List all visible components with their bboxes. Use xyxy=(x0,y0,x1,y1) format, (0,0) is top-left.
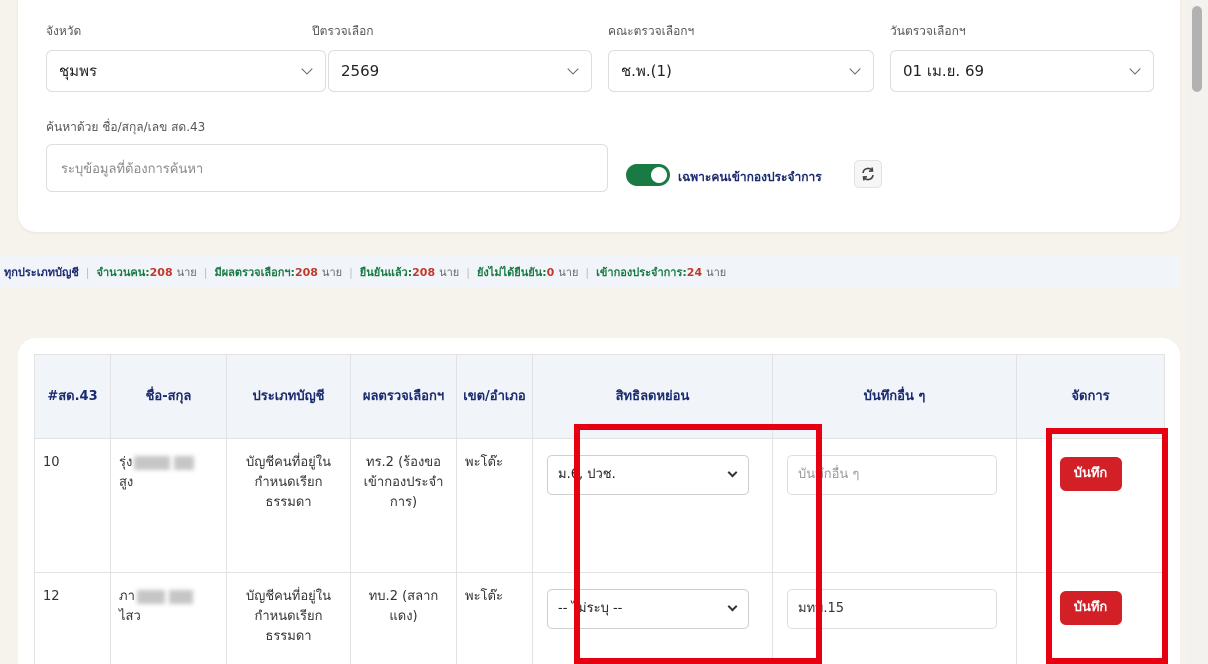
year-value: 2569 xyxy=(341,62,380,80)
note-value: มทบ.15 xyxy=(798,600,845,616)
province-select[interactable]: ชุมพร xyxy=(46,50,326,92)
row-district: พะโต๊ะ xyxy=(456,438,533,573)
province-label: จังหวัด xyxy=(46,24,82,38)
row-note-cell: บันทึกอื่น ๆ xyxy=(772,438,1017,573)
row-privilege-cell: -- ไม่ระบุ -- xyxy=(532,572,773,664)
column-header[interactable]: ผลตรวจเลือกฯ xyxy=(350,354,457,439)
committee-value: ช.พ.(1) xyxy=(621,62,672,80)
search-input[interactable]: ระบุข้อมูลที่ต้องการค้นหา xyxy=(46,144,608,192)
chevron-down-icon xyxy=(567,63,579,75)
table-row: 12 ภา ไสว บัญชีคนที่อยู่ในกำหนดเรียกธรรม… xyxy=(34,572,1165,664)
summary-unit: นาย xyxy=(321,266,343,279)
row-privilege-cell: ม.6, ปวช. xyxy=(532,438,773,573)
summary-count: 208 xyxy=(149,265,173,279)
results-table: #สด.43 ชื่อ-สกุล ประเภทบัญชี ผลตรวจเลือก… xyxy=(34,354,1165,664)
summary-label: ยังไม่ได้ยืนยัน: xyxy=(476,266,547,279)
search-label: ค้นหาด้วย ชื่อ/สกุล/เลข สด.43 xyxy=(46,120,206,134)
name-last: ไสว xyxy=(119,609,141,625)
summary-count: 208 xyxy=(294,265,318,279)
row-action-cell: บันทึก xyxy=(1016,438,1165,573)
name-first: ภา xyxy=(119,589,135,604)
summary-unit: นาย xyxy=(558,266,579,279)
privilege-value: -- ไม่ระบุ -- xyxy=(558,600,623,616)
save-button[interactable]: บันทึก xyxy=(1059,591,1122,625)
row-id: 12 xyxy=(34,572,111,664)
scrollbar-thumb[interactable] xyxy=(1192,6,1202,92)
summary-unit: นาย xyxy=(176,266,197,279)
row-district: พะโต๊ะ xyxy=(456,572,533,664)
privilege-select[interactable]: -- ไม่ระบุ -- xyxy=(547,589,749,629)
summary-bar: ทุกประเภทบัญชี | จำนวนคน: 208 นาย | มีผล… xyxy=(0,256,1180,288)
row-action-cell: บันทึก xyxy=(1016,572,1165,664)
privilege-select[interactable]: ม.6, ปวช. xyxy=(547,455,749,495)
summary-unit: นาย xyxy=(706,266,727,279)
column-header[interactable]: เขต/อำเภอ xyxy=(456,354,533,439)
table-header-row: #สด.43 ชื่อ-สกุล ประเภทบัญชี ผลตรวจเลือก… xyxy=(34,354,1165,439)
name-last: สูง xyxy=(119,475,134,491)
column-header[interactable]: บันทึกอื่น ๆ xyxy=(772,354,1017,439)
column-header[interactable]: สิทธิลดหย่อน xyxy=(532,354,773,439)
chevron-down-icon xyxy=(727,601,738,612)
committee-select[interactable]: ช.พ.(1) xyxy=(608,50,874,92)
summary-label: มีผลตรวจเลือกฯ: xyxy=(214,266,295,279)
row-result: ทบ.2 (สลากแดง) xyxy=(350,572,457,664)
summary-unit: นาย xyxy=(439,266,460,279)
summary-count: 208 xyxy=(412,265,436,279)
chevron-down-icon xyxy=(1129,63,1141,75)
redacted-name xyxy=(136,589,165,604)
column-header[interactable]: ประเภทบัญชี xyxy=(226,354,351,439)
note-placeholder: บันทึกอื่น ๆ xyxy=(798,466,860,482)
summary-label: ยืนยันแล้ว: xyxy=(359,266,413,279)
date-label: วันตรวจเลือกฯ xyxy=(890,24,966,38)
privilege-value: ม.6, ปวช. xyxy=(558,466,616,482)
row-result: ทร.2 (ร้องขอเข้ากองประจำการ) xyxy=(350,438,457,573)
row-name: ภา ไสว xyxy=(110,572,227,664)
row-account-type: บัญชีคนที่อยู่ในกำหนดเรียกธรรมดา xyxy=(226,438,351,573)
row-id: 10 xyxy=(34,438,111,573)
note-input[interactable]: บันทึกอื่น ๆ xyxy=(787,455,997,495)
chevron-down-icon xyxy=(301,63,313,75)
chevron-down-icon xyxy=(727,467,738,478)
column-header[interactable]: #สด.43 xyxy=(34,354,111,439)
row-name: รุ่ง สูง xyxy=(110,438,227,573)
refresh-button[interactable] xyxy=(854,160,882,188)
name-first: รุ่ง xyxy=(119,455,133,470)
results-card: #สด.43 ชื่อ-สกุล ประเภทบัญชี ผลตรวจเลือก… xyxy=(18,338,1180,664)
summary-count: 24 xyxy=(686,265,703,279)
row-account-type: บัญชีคนที่อยู่ในกำหนดเรียกธรรมดา xyxy=(226,572,351,664)
redacted-name xyxy=(168,589,193,604)
scrollbar[interactable] xyxy=(1186,0,1208,664)
date-value: 01 เม.ย. 69 xyxy=(903,62,985,80)
chevron-down-icon xyxy=(849,63,861,75)
toggle-label: เฉพาะคนเข้ากองประจำการ xyxy=(678,170,822,184)
summary-count: 0 xyxy=(546,265,555,279)
enlist-only-toggle[interactable] xyxy=(626,164,670,186)
summary-account-type: ทุกประเภทบัญชี xyxy=(4,266,79,279)
column-header[interactable]: ชื่อ-สกุล xyxy=(110,354,227,439)
note-input[interactable]: มทบ.15 xyxy=(787,589,997,629)
summary-label: เข้ากองประจำการ: xyxy=(596,266,687,279)
refresh-icon xyxy=(862,167,874,181)
toggle-knob xyxy=(651,167,667,183)
date-select[interactable]: 01 เม.ย. 69 xyxy=(890,50,1154,92)
column-header[interactable]: จัดการ xyxy=(1016,354,1165,439)
year-select[interactable]: 2569 xyxy=(328,50,592,92)
province-value: ชุมพร xyxy=(59,62,98,80)
redacted-name xyxy=(174,455,195,470)
row-note-cell: มทบ.15 xyxy=(772,572,1017,664)
redacted-name xyxy=(134,455,171,470)
committee-label: คณะตรวจเลือกฯ xyxy=(608,24,695,38)
search-placeholder: ระบุข้อมูลที่ต้องการค้นหา xyxy=(61,161,204,177)
save-button[interactable]: บันทึก xyxy=(1059,457,1122,491)
summary-label: จำนวนคน: xyxy=(96,266,150,279)
filter-panel: จังหวัด ชุมพร ปีตรวจเลือก 2569 คณะตรวจเล… xyxy=(18,0,1180,232)
year-label: ปีตรวจเลือก xyxy=(312,24,374,38)
table-row: 10 รุ่ง สูง บัญชีคนที่อยู่ในกำหนดเรียกธร… xyxy=(34,438,1165,573)
